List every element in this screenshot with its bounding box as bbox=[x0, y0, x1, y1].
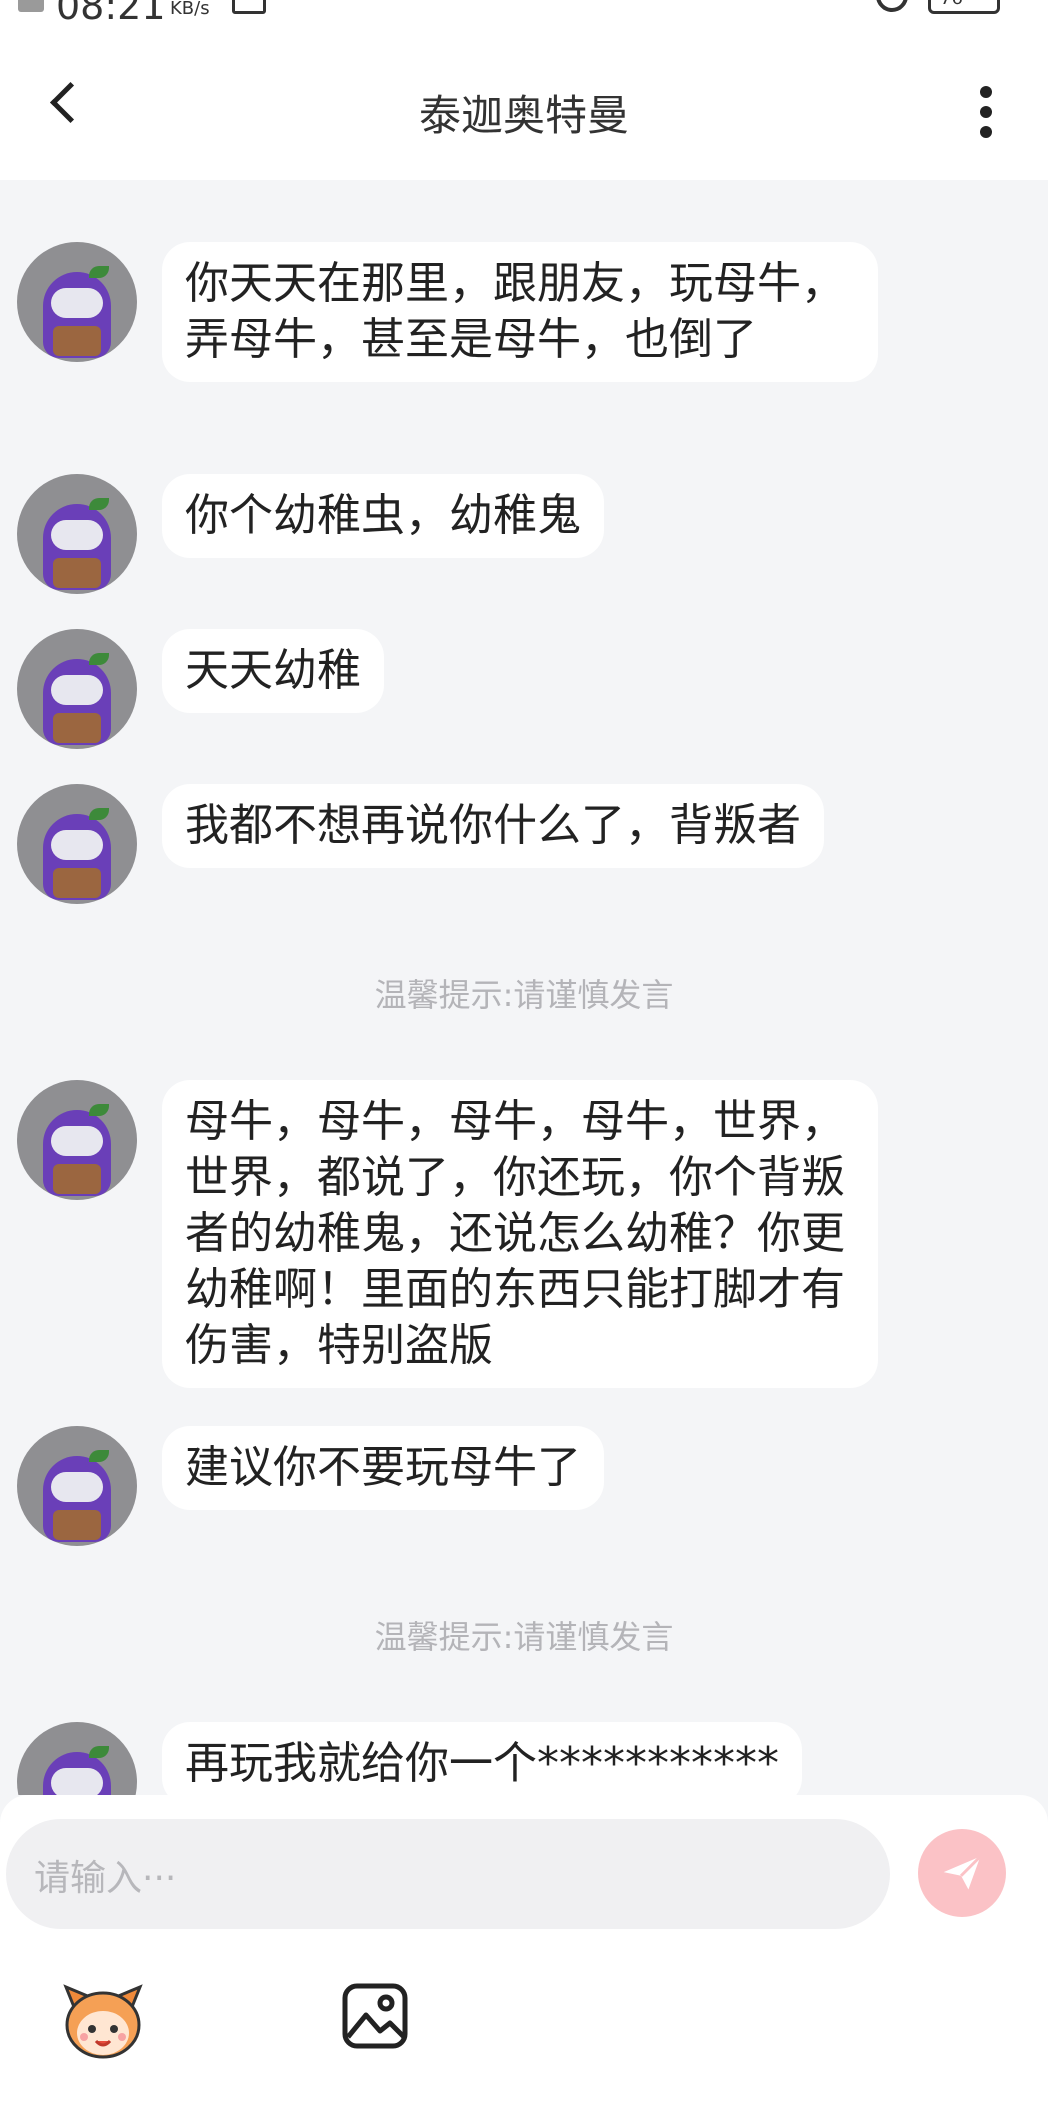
avatar[interactable] bbox=[17, 629, 137, 749]
status-bar: 08:21 KB/s 76 bbox=[0, 0, 1048, 22]
message-bubble: 建议你不要玩母牛了 bbox=[162, 1426, 604, 1510]
avatar[interactable] bbox=[17, 474, 137, 594]
message-bubble: 你天天在那里，跟朋友，玩母牛，弄母牛，甚至是母牛，也倒了 bbox=[162, 242, 878, 382]
safety-tip: 温馨提示:请谨慎发言 bbox=[374, 1618, 674, 1656]
avatar[interactable] bbox=[17, 1080, 137, 1200]
avatar[interactable] bbox=[17, 242, 137, 362]
wifi-icon bbox=[869, 0, 915, 19]
message-bubble: 你个幼稚虫，幼稚鬼 bbox=[162, 474, 604, 558]
network-speed-unit: KB/s bbox=[170, 0, 210, 19]
battery-icon bbox=[928, 0, 1000, 14]
page-title: 泰迦奥特曼 bbox=[418, 91, 629, 140]
notification-icon bbox=[18, 0, 44, 12]
send-button[interactable] bbox=[918, 1829, 1006, 1917]
more-options-button[interactable] bbox=[966, 80, 1006, 144]
message-bubble: 再玩我就给你一个*********** bbox=[162, 1722, 802, 1795]
input-bar: 请输入··· bbox=[0, 1795, 1048, 2107]
chat-header: 泰迦奥特曼 bbox=[0, 22, 1048, 180]
battery-level: 76 bbox=[940, 0, 963, 9]
message-notification-icon bbox=[232, 0, 266, 14]
mascot-emoji-icon bbox=[63, 1984, 143, 2059]
image-picture-icon bbox=[342, 1983, 408, 2049]
message-bubble: 天天幼稚 bbox=[162, 629, 384, 713]
avatar[interactable] bbox=[17, 1722, 137, 1795]
chat-message-list[interactable]: 你天天在那里，跟朋友，玩母牛，弄母牛，甚至是母牛，也倒了 你个幼稚虫，幼稚鬼 天… bbox=[0, 180, 1048, 1795]
emoji-button[interactable] bbox=[60, 1977, 146, 2063]
safety-tip: 温馨提示:请谨慎发言 bbox=[374, 976, 674, 1014]
message-input[interactable]: 请输入··· bbox=[6, 1819, 890, 1929]
more-vertical-icon-dot bbox=[980, 126, 992, 138]
avatar[interactable] bbox=[17, 1426, 137, 1546]
more-vertical-icon bbox=[980, 86, 992, 98]
message-bubble: 我都不想再说你什么了，背叛者 bbox=[162, 784, 824, 868]
more-vertical-icon-dot bbox=[980, 106, 992, 118]
image-button[interactable] bbox=[340, 1981, 410, 2051]
message-bubble: 母牛，母牛，母牛，母牛，世界，世界，都说了，你还玩，你个背叛者的幼稚鬼，还说怎么… bbox=[162, 1080, 878, 1388]
send-paper-plane-icon bbox=[943, 1855, 982, 1890]
avatar[interactable] bbox=[17, 784, 137, 904]
input-placeholder: 请输入··· bbox=[34, 1858, 177, 1899]
status-time: 08:21 bbox=[56, 0, 166, 22]
